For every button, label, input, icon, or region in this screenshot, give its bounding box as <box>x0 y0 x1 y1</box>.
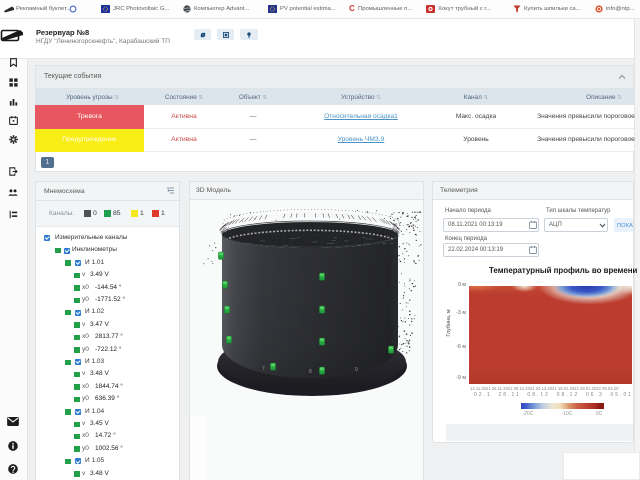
svg-text:9: 9 <box>355 367 358 373</box>
svg-text:8: 8 <box>309 369 312 375</box>
svg-text:7: 7 <box>262 366 265 372</box>
